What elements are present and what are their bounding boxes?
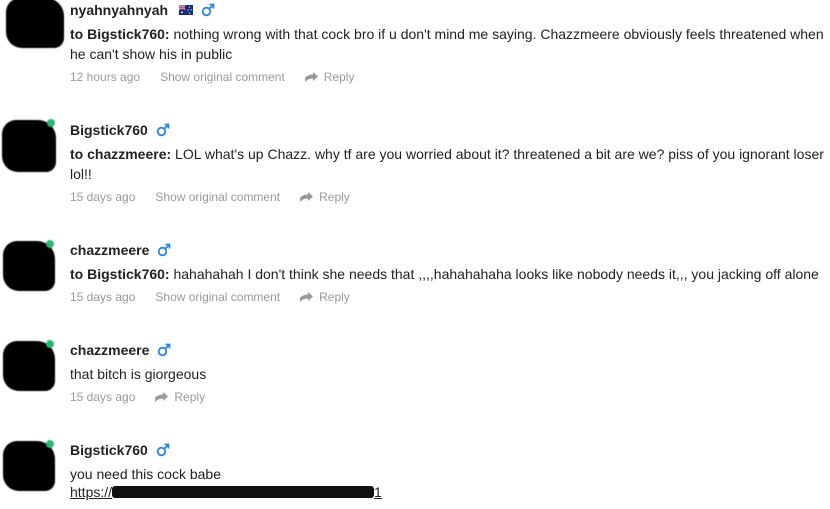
- comment-text: LOL what's up Chazz. why tf are you worr…: [70, 146, 824, 182]
- show-original-button[interactable]: Show original comment: [160, 70, 285, 84]
- reply-arrow-icon: [300, 291, 314, 302]
- comment-text: that bitch is giorgeous: [70, 366, 207, 382]
- comment-text: you need this cock babe: [70, 466, 221, 482]
- comment-link[interactable]: https:// 1: [70, 484, 382, 500]
- comment-body: to chazzmeere: LOL what's up Chazz. why …: [70, 144, 828, 184]
- reply-button[interactable]: Reply: [155, 390, 205, 404]
- avatar[interactable]: [3, 240, 55, 291]
- male-symbol-icon: [158, 243, 171, 257]
- redaction-bar: [112, 486, 375, 498]
- timestamp: 12 hours ago: [70, 70, 141, 84]
- reply-label: Reply: [174, 390, 206, 404]
- comment-meta: 15 days ago Show original comment Reply: [70, 290, 350, 304]
- reply-arrow-icon: [304, 71, 318, 82]
- comment-body: you need this cock babe: [70, 464, 830, 484]
- reply-arrow-icon: [300, 191, 314, 202]
- reply-to-label[interactable]: to Bigstick760:: [70, 266, 170, 282]
- comment-text: hahahahah I don't think she needs that ,…: [173, 266, 819, 282]
- comment-header: chazzmeere: [70, 341, 171, 359]
- username[interactable]: chazzmeere: [70, 342, 149, 358]
- avatar[interactable]: [3, 440, 55, 491]
- avatar[interactable]: [6, 0, 64, 48]
- reply-button[interactable]: Reply: [300, 290, 350, 304]
- reply-to-label[interactable]: to chazzmeere:: [70, 146, 171, 162]
- username[interactable]: chazzmeere: [70, 242, 149, 258]
- comment-header: nyahnyahnyah: [70, 1, 215, 19]
- comment-header: Bigstick760: [70, 441, 170, 459]
- link-suffix[interactable]: 1: [374, 484, 382, 500]
- comment-meta: 15 days ago Reply: [70, 390, 205, 404]
- comment-body: to Bigstick760: nothing wrong with that …: [70, 24, 830, 64]
- reply-to-label[interactable]: to Bigstick760:: [70, 26, 170, 42]
- male-symbol-icon: [156, 123, 170, 137]
- show-original-button[interactable]: Show original comment: [155, 290, 280, 304]
- show-original-button[interactable]: Show original comment: [155, 190, 280, 204]
- link-prefix[interactable]: https://: [70, 484, 112, 500]
- avatar[interactable]: [2, 119, 56, 172]
- comment-body: that bitch is giorgeous: [70, 364, 830, 384]
- australia-flag-icon: [179, 5, 194, 15]
- avatar[interactable]: [3, 340, 55, 391]
- timestamp: 15 days ago: [70, 390, 136, 404]
- male-symbol-icon: [156, 443, 170, 457]
- reply-arrow-icon: [155, 391, 169, 402]
- comment-header: chazzmeere: [70, 241, 171, 259]
- reply-button[interactable]: Reply: [304, 70, 355, 84]
- comment-body: to Bigstick760: hahahahah I don't think …: [70, 264, 830, 284]
- reply-label: Reply: [319, 190, 350, 204]
- username[interactable]: Bigstick760: [70, 122, 148, 138]
- username[interactable]: nyahnyahnyah: [70, 2, 168, 18]
- username[interactable]: Bigstick760: [70, 442, 148, 458]
- male-symbol-icon: [158, 343, 171, 357]
- timestamp: 15 days ago: [70, 190, 136, 204]
- comment-meta: 15 days ago Show original comment Reply: [70, 190, 350, 204]
- comment-text: nothing wrong with that cock bro if u do…: [70, 26, 824, 62]
- comment-header: Bigstick760: [70, 121, 170, 139]
- reply-label: Reply: [323, 70, 355, 84]
- male-symbol-icon: [201, 3, 215, 17]
- comment-meta: 12 hours ago Show original comment Reply: [70, 70, 354, 84]
- reply-button[interactable]: Reply: [300, 190, 350, 204]
- timestamp: 15 days ago: [70, 290, 136, 304]
- reply-label: Reply: [319, 290, 350, 304]
- comment-thread: nyahnyahnyah to Bigstick760: nothing wro…: [0, 0, 830, 509]
